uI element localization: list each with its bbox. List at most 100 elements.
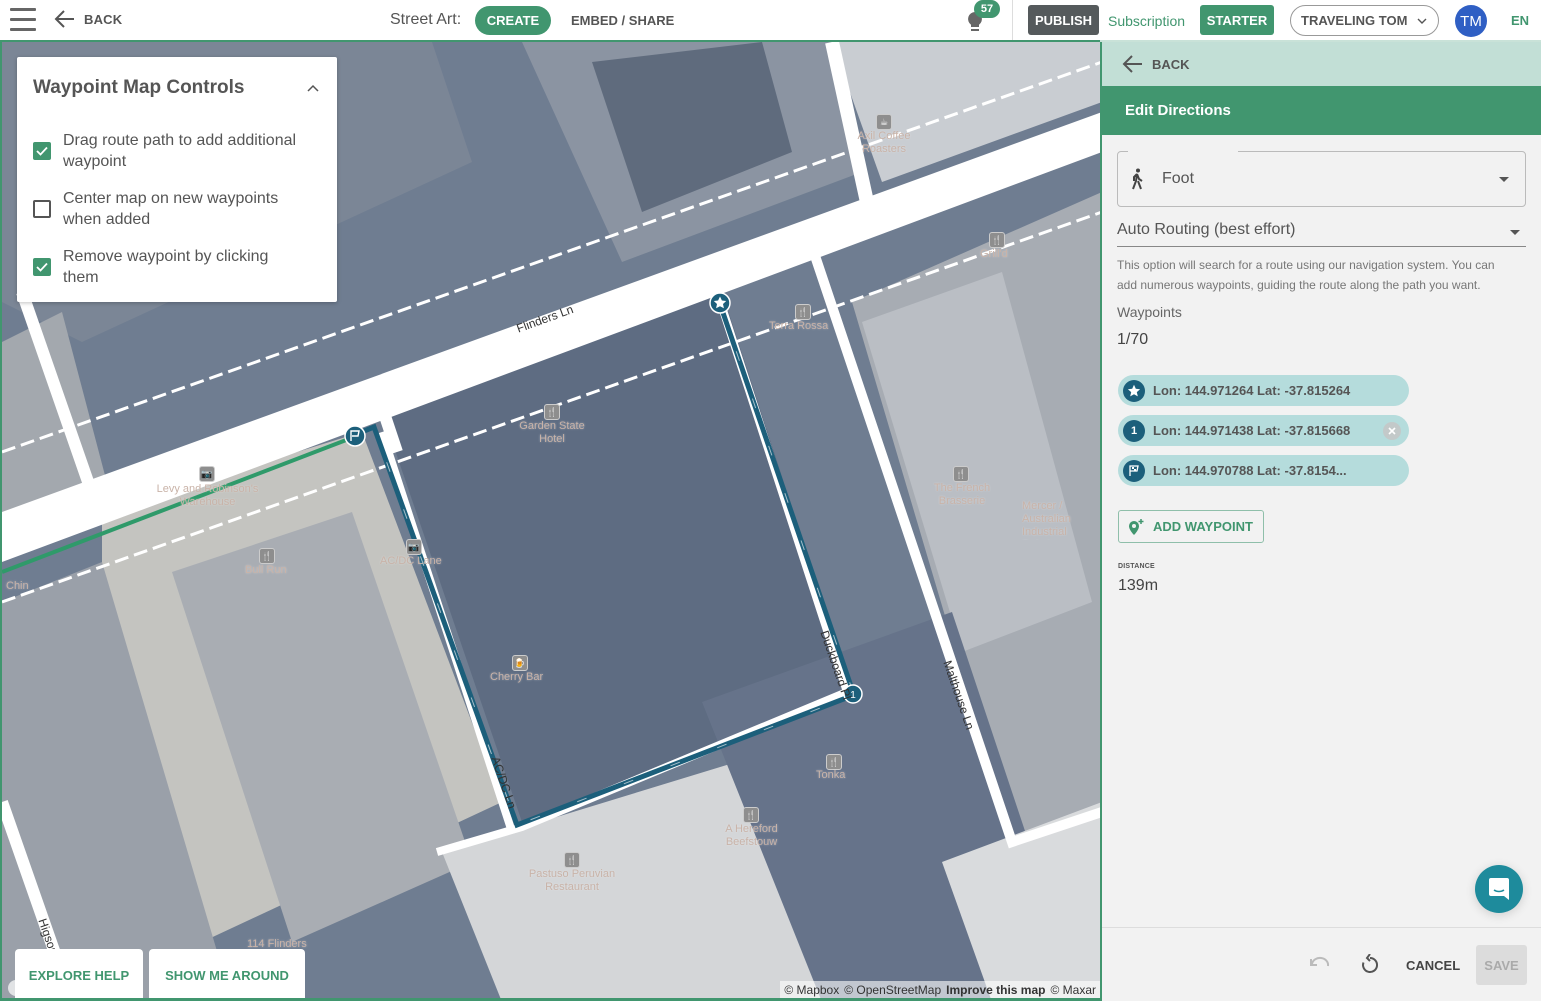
arrow-left-icon — [1122, 55, 1142, 73]
panel-footer: CANCEL SAVE — [1102, 927, 1541, 1001]
reset-icon[interactable] — [1360, 954, 1380, 976]
checkbox-checked[interactable] — [33, 142, 51, 160]
top-back-button[interactable]: BACK — [54, 9, 122, 29]
attribution-mapbox[interactable]: © Mapbox — [784, 983, 839, 997]
waypoint-map-controls-panel: Waypoint Map Controls Drag route path to… — [17, 57, 337, 302]
create-tab-button[interactable]: CREATE — [475, 6, 551, 35]
checkbox-checked[interactable] — [33, 258, 51, 276]
place-label: Pastuso Peruvian Restaurant — [528, 868, 616, 893]
user-name: TRAVELING TOM — [1301, 13, 1408, 28]
walking-person-icon — [1132, 168, 1143, 190]
option-remove-waypoint[interactable]: Remove waypoint by clicking them — [33, 246, 303, 288]
camera-poi-icon[interactable]: 📷 — [406, 539, 422, 555]
waypoint-coords: Lon: 144.971264 Lat: -37.815264 — [1153, 383, 1351, 398]
restaurant-poi-icon[interactable]: 🍴 — [953, 466, 969, 482]
add-waypoint-button[interactable]: ADD WAYPOINT — [1118, 510, 1264, 543]
improve-map-link[interactable]: Improve this map — [946, 983, 1045, 997]
avatar[interactable]: TM — [1455, 5, 1487, 37]
top-back-label: BACK — [84, 11, 123, 27]
check-icon — [36, 262, 48, 272]
star-icon — [1123, 379, 1145, 402]
bar-poi-icon[interactable]: 🍺 — [512, 655, 528, 671]
cancel-button[interactable]: CANCEL — [1406, 958, 1460, 973]
plan-starter-button[interactable]: STARTER — [1200, 5, 1274, 35]
user-account-dropdown[interactable]: TRAVELING TOM — [1290, 5, 1439, 36]
cafe-poi-icon[interactable]: ☕ — [876, 114, 892, 130]
panel-back-button[interactable]: BACK — [1102, 42, 1541, 86]
place-label: Axil Coffee Roasters — [857, 130, 911, 155]
waypoints-label: Waypoints — [1117, 304, 1182, 320]
chat-support-button[interactable] — [1475, 865, 1523, 913]
place-label: Mercer / Australian Industrial Relations… — [1022, 500, 1071, 540]
distance-value: 139m — [1118, 577, 1159, 594]
undo-icon[interactable] — [1309, 955, 1331, 971]
place-label: Bull Run — [245, 564, 287, 576]
option-label: Drag route path to add additional waypoi… — [63, 132, 297, 170]
waypoint-chip-1[interactable]: 1 Lon: 144.971438 Lat: -37.815668 — [1118, 415, 1409, 446]
start-marker-star-icon[interactable] — [709, 292, 731, 314]
waypoint-coords: Lon: 144.971438 Lat: -37.815668 — [1153, 423, 1351, 438]
map-canvas[interactable]: 1 Flinders Ln Duckboard Pl AC/DC Ln Malt… — [0, 42, 1100, 1001]
routing-mode-value: Auto Routing (best effort) — [1117, 221, 1296, 238]
tips-count-badge: 57 — [974, 0, 1000, 18]
panel-back-label: BACK — [1152, 56, 1190, 72]
checkbox-unchecked[interactable] — [33, 200, 51, 218]
waypoint-coords: Lon: 144.970788 Lat: -37.8154... — [1153, 463, 1347, 478]
directions-panel: BACK Edit Directions Foot Auto Routing (… — [1100, 42, 1541, 1001]
attribution-maxar[interactable]: © Maxar — [1050, 983, 1096, 997]
save-button[interactable]: SAVE — [1476, 945, 1527, 985]
waypoint-chip-end[interactable]: Lon: 144.970788 Lat: -37.8154... — [1118, 455, 1409, 486]
place-label: AC/DC Lane — [380, 555, 442, 567]
restaurant-poi-icon[interactable]: 🍴 — [989, 232, 1005, 248]
add-location-pin-icon — [1129, 518, 1144, 535]
project-title: Street Art: — [390, 11, 462, 28]
caret-down-icon — [1499, 177, 1509, 182]
explore-help-button[interactable]: EXPLORE HELP — [15, 949, 143, 998]
option-center-map[interactable]: Center map on new waypoints when added — [33, 188, 303, 230]
chevron-up-icon[interactable] — [307, 83, 319, 93]
waypoint-number-icon: 1 — [1123, 419, 1145, 442]
arrow-left-icon — [54, 10, 74, 28]
end-marker-flag-icon[interactable] — [344, 425, 366, 447]
panel-heading: Edit Directions — [1102, 86, 1541, 135]
place-label: Terra Rossa — [769, 320, 829, 332]
menu-icon[interactable] — [10, 8, 36, 32]
top-bar: BACK Street Art: CREATE EMBED / SHARE 57… — [0, 0, 1541, 42]
remove-waypoint-icon[interactable] — [1383, 422, 1401, 440]
camera-poi-icon[interactable]: 📷 — [199, 466, 215, 482]
show-me-around-button[interactable]: SHOW ME AROUND — [149, 949, 305, 998]
restaurant-poi-icon[interactable]: 🍴 — [795, 304, 811, 320]
travel-mode-value: Foot — [1162, 170, 1195, 187]
publish-button[interactable]: PUBLISH — [1028, 5, 1099, 35]
place-label: Cherry Bar — [490, 671, 544, 683]
option-drag-route[interactable]: Drag route path to add additional waypoi… — [33, 130, 303, 172]
chevron-down-icon — [1417, 18, 1427, 24]
check-icon — [36, 146, 48, 156]
place-label: The French Brasserie — [933, 482, 991, 507]
select-label-notch — [1128, 150, 1238, 154]
chat-bubble-icon — [1489, 878, 1509, 900]
distance-label: DISTANCE — [1118, 563, 1155, 570]
restaurant-poi-icon[interactable]: 🍴 — [743, 807, 759, 823]
option-label: Remove waypoint by clicking them — [63, 248, 269, 286]
option-label: Center map on new waypoints when added — [63, 190, 279, 228]
restaurant-poi-icon[interactable]: 🍴 — [259, 548, 275, 564]
waypoint-chip-start[interactable]: Lon: 144.971264 Lat: -37.815264 — [1118, 375, 1409, 406]
restaurant-poi-icon[interactable]: 🍴 — [826, 754, 842, 770]
add-waypoint-label: ADD WAYPOINT — [1153, 519, 1253, 534]
routing-mode-select[interactable]: Auto Routing (best effort) — [1117, 218, 1526, 247]
checkered-flag-icon — [1123, 459, 1145, 482]
routing-description: This option will search for a route usin… — [1117, 258, 1495, 292]
attribution-osm[interactable]: © OpenStreetMap — [844, 983, 941, 997]
place-label: Tonka — [816, 769, 846, 781]
top-divider — [1012, 0, 1013, 40]
map-attribution: © Mapbox © OpenStreetMap Improve this ma… — [780, 981, 1100, 998]
travel-mode-select[interactable]: Foot — [1117, 150, 1526, 207]
restaurant-poi-icon[interactable]: 🍴 — [564, 852, 580, 868]
embed-share-tab-button[interactable]: EMBED / SHARE — [571, 13, 674, 28]
subscription-link[interactable]: Subscription — [1108, 13, 1185, 29]
place-label: A Hereford Beefstouw — [725, 823, 778, 848]
restaurant-poi-icon[interactable]: 🍴 — [544, 404, 560, 420]
language-selector[interactable]: EN — [1511, 13, 1529, 28]
caret-down-icon — [1510, 230, 1520, 235]
